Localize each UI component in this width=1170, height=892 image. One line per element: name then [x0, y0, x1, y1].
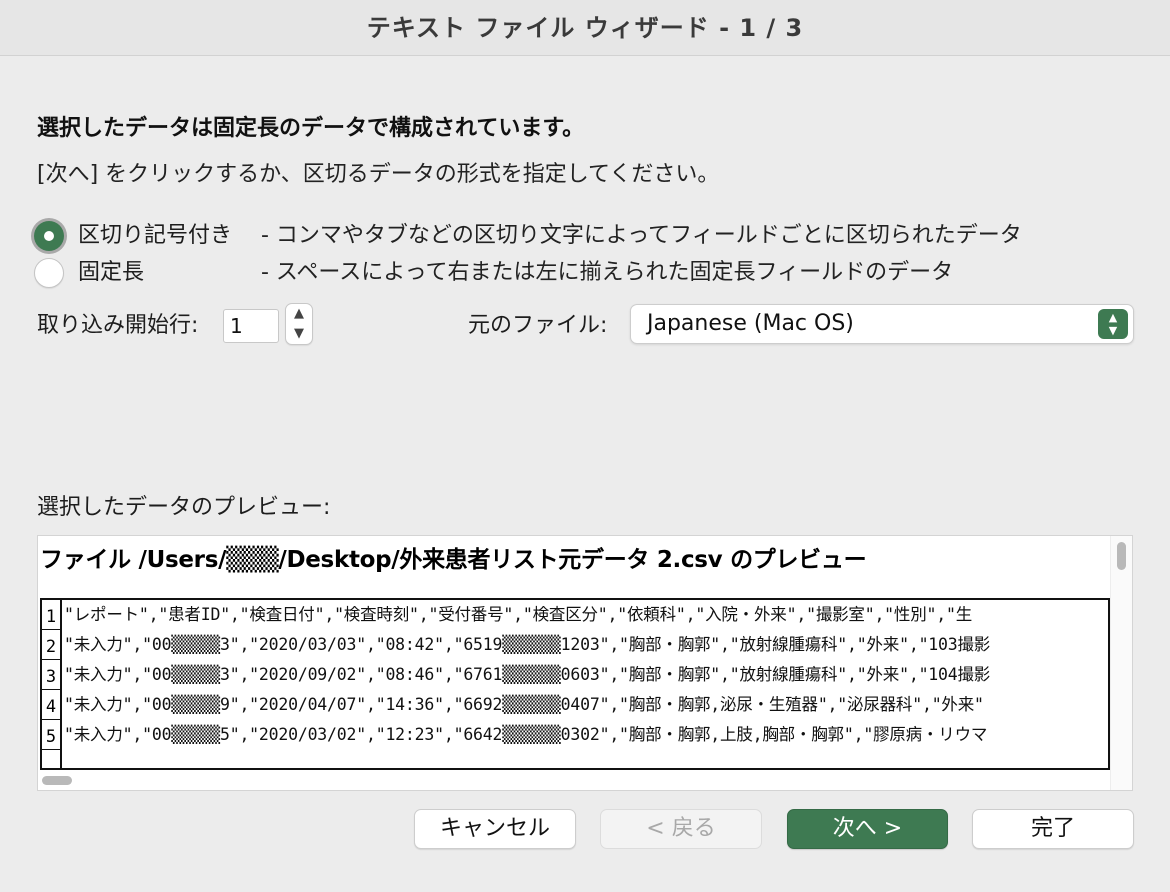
start-row-stepper[interactable]: ▲ ▼	[285, 303, 313, 345]
preview-label: 選択したデータのプレビュー:	[37, 495, 331, 520]
back-button[interactable]: < 戻る	[600, 809, 762, 849]
row-text: "未入力","00▒▒▒▒▒5","2020/03/02","12:23","6…	[64, 725, 988, 744]
preview-pane[interactable]: ファイル /Users/▒▒▒/Desktop/外来患者リスト元データ 2.cs…	[37, 535, 1133, 791]
row-text: "未入力","00▒▒▒▒▒3","2020/03/03","08:42","6…	[64, 635, 991, 654]
row-number: 2	[42, 630, 62, 660]
finish-button[interactable]: 完了	[972, 809, 1134, 849]
row-number: 3	[42, 660, 62, 690]
row-text: "未入力","00▒▒▒▒▒9","2020/04/07","14:36","6…	[64, 695, 984, 714]
table-row: 4 "未入力","00▒▒▒▒▒9","2020/04/07","14:36",…	[42, 690, 1108, 720]
horizontal-scroll-thumb[interactable]	[42, 776, 72, 785]
row-number: 4	[42, 690, 62, 720]
radio-label-delimited[interactable]: 区切り記号付き	[78, 219, 232, 253]
preview-grid: 1 "レポート","患者ID","検査日付","検査時刻","受付番号","検査…	[40, 598, 1110, 770]
cancel-button[interactable]: キャンセル	[414, 809, 576, 849]
file-origin-value: Japanese (Mac OS)	[647, 311, 854, 336]
next-button[interactable]: 次へ >	[787, 809, 948, 849]
row-text: "未入力","00▒▒▒▒▒3","2020/09/02","08:46","6…	[64, 665, 991, 684]
radio-button-delimited[interactable]	[34, 221, 64, 251]
radio-option-fixed-width[interactable]: 固定長 - スペースによって右または左に揃えられた固定長フィールドのデータ	[34, 256, 1134, 288]
radio-button-fixed-width[interactable]	[34, 258, 64, 288]
table-row: 5 "未入力","00▒▒▒▒▒5","2020/03/02","12:23",…	[42, 720, 1108, 750]
select-arrows-icon: ▲ ▼	[1098, 309, 1128, 339]
vertical-scroll-thumb[interactable]	[1117, 542, 1126, 570]
file-origin-select[interactable]: Japanese (Mac OS) ▲ ▼	[630, 304, 1134, 344]
preview-title: ファイル /Users/▒▒▒/Desktop/外来患者リスト元データ 2.cs…	[40, 547, 867, 573]
instruction-heading: 選択したデータは固定長のデータで構成されています。	[37, 116, 585, 141]
radio-desc-delimited: - コンマやタブなどの区切り文字によってフィールドごとに区切られたデータ	[261, 223, 1022, 248]
radio-option-delimited[interactable]: 区切り記号付き - コンマやタブなどの区切り文字によってフィールドごとに区切られ…	[34, 219, 1134, 251]
vertical-scrollbar[interactable]	[1110, 536, 1132, 790]
row-text: "レポート","患者ID","検査日付","検査時刻","受付番号","検査区分…	[64, 605, 973, 624]
radio-label-fixed-width[interactable]: 固定長	[78, 256, 144, 290]
row-number: 1	[42, 600, 62, 630]
table-row: 3 "未入力","00▒▒▒▒▒3","2020/09/02","08:46",…	[42, 660, 1108, 690]
file-origin-label: 元のファイル:	[468, 313, 608, 338]
horizontal-scrollbar[interactable]	[38, 770, 1112, 790]
window-title: テキスト ファイル ウィザード - 1 / 3	[0, 0, 1170, 56]
table-row: 2 "未入力","00▒▒▒▒▒3","2020/03/03","08:42",…	[42, 630, 1108, 660]
chevron-down-icon[interactable]: ▼	[286, 324, 312, 344]
chevron-up-icon[interactable]: ▲	[286, 304, 312, 324]
start-row-label: 取り込み開始行:	[37, 313, 199, 338]
instruction-subheading: [次へ] をクリックするか、区切るデータの形式を指定してください。	[37, 162, 720, 187]
radio-desc-fixed-width: - スペースによって右または左に揃えられた固定長フィールドのデータ	[261, 260, 954, 285]
row-number: 5	[42, 720, 62, 750]
start-row-input[interactable]	[223, 309, 279, 343]
table-row: 1 "レポート","患者ID","検査日付","検査時刻","受付番号","検査…	[42, 600, 1108, 630]
row-number-empty	[42, 750, 62, 768]
